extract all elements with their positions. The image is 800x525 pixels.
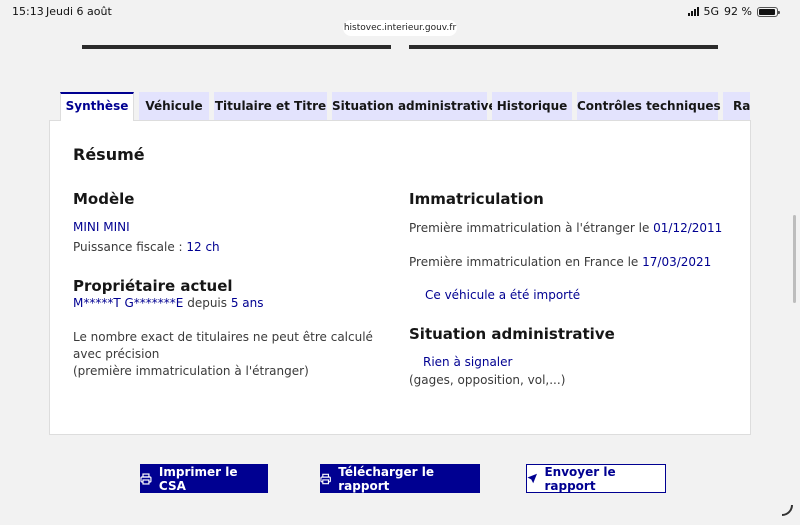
print-csa-button[interactable]: Imprimer le CSA xyxy=(140,464,268,493)
depuis-value: 5 ans xyxy=(230,296,264,310)
tab-historique[interactable]: Historique xyxy=(492,92,572,121)
tab-situation-administrative[interactable]: Situation administrative xyxy=(332,92,497,121)
situation-status: Rien à signaler xyxy=(423,355,513,369)
proprietaire-heading: Propriétaire actuel xyxy=(73,277,233,295)
send-report-button[interactable]: Envoyer le rapport xyxy=(526,464,666,493)
tab-rapport[interactable]: Rapport xyxy=(723,92,750,121)
battery-percent: 92 % xyxy=(724,5,752,18)
puissance-label: Puissance fiscale : xyxy=(73,240,187,254)
titulaires-note-line2: (première immatriculation à l'étranger) xyxy=(73,364,309,378)
status-bar: 15:13 Jeudi 6 août 5G 92 % xyxy=(0,0,800,22)
synthese-panel: Résumé Modèle MINI MINI Puissance fiscal… xyxy=(49,120,751,435)
proprietaire-line: M*****T G*******E depuis 5 ans xyxy=(73,295,264,312)
send-report-label: Envoyer le rapport xyxy=(544,464,616,493)
puissance-value: 12 ch xyxy=(186,240,220,254)
url-bar[interactable]: histovec.interieur.gouv.fr xyxy=(343,20,457,36)
divider-right xyxy=(409,45,718,49)
scrollbar-thumb[interactable] xyxy=(793,215,796,303)
etranger-label: Première immatriculation à l'étranger le xyxy=(409,221,654,235)
tab-controles-techniques[interactable]: Contrôles techniques xyxy=(577,92,721,121)
download-report-label: Télécharger le rapport xyxy=(338,464,434,493)
immatriculation-heading: Immatriculation xyxy=(409,190,544,208)
download-report-button[interactable]: Télécharger le rapport xyxy=(320,464,480,493)
tab-titulaire-titre[interactable]: Titulaire et Titre xyxy=(214,92,327,121)
modele-value: MINI MINI xyxy=(73,220,130,234)
signal-icon xyxy=(687,7,699,16)
immatriculation-etranger: Première immatriculation à l'étranger le… xyxy=(409,220,722,237)
situation-details: (gages, opposition, vol,...) xyxy=(409,373,566,387)
titulaires-note-line1: Le nombre exact de titulaires ne peut êt… xyxy=(73,330,373,361)
proprietaire-name: M*****T G*******E xyxy=(73,296,184,310)
printer-icon xyxy=(320,473,331,484)
depuis-label: depuis xyxy=(183,296,231,310)
printer-icon xyxy=(140,472,152,485)
titulaires-note: Le nombre exact de titulaires ne peut êt… xyxy=(73,329,393,380)
print-csa-label: Imprimer le CSA xyxy=(158,464,238,493)
immatriculation-france: Première immatriculation en France le 17… xyxy=(409,254,711,271)
modele-heading: Modèle xyxy=(73,190,135,208)
network-label: 5G xyxy=(703,5,720,18)
situation-heading: Situation administrative xyxy=(409,325,615,343)
battery-fill xyxy=(759,8,775,15)
status-right: 5G 92 % xyxy=(687,5,780,18)
france-label: Première immatriculation en France le xyxy=(409,255,643,269)
battery-icon xyxy=(757,6,780,17)
france-date: 17/03/2021 xyxy=(642,255,712,269)
etranger-date: 01/12/2011 xyxy=(653,221,723,235)
loading-spinner-icon xyxy=(781,504,793,516)
send-icon xyxy=(527,473,538,484)
status-time: 15:13 xyxy=(12,5,44,18)
status-date: Jeudi 6 août xyxy=(46,5,112,18)
tab-bar: Synthèse Véhicule Titulaire et Titre Sit… xyxy=(60,92,750,121)
divider-left xyxy=(82,45,391,49)
tab-synthese[interactable]: Synthèse xyxy=(60,92,134,121)
importe-status: Ce véhicule a été importé xyxy=(425,288,581,302)
puissance-fiscale: Puissance fiscale : 12 ch xyxy=(73,239,220,256)
resume-heading: Résumé xyxy=(73,145,145,164)
tab-vehicule[interactable]: Véhicule xyxy=(139,92,209,121)
